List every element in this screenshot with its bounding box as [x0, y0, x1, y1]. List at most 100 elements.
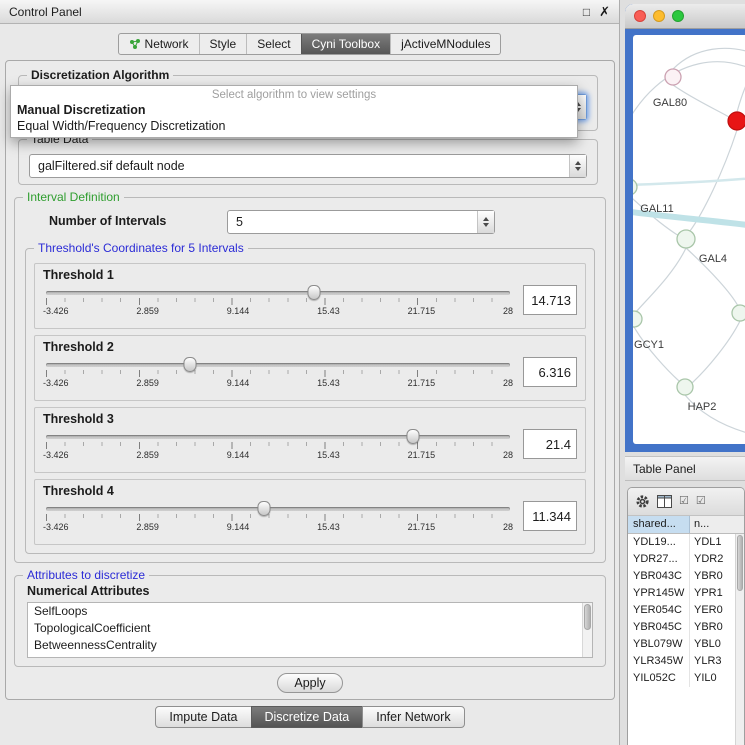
cell[interactable]: YER054C — [628, 602, 690, 619]
combobox-stepper-icon[interactable] — [569, 155, 586, 177]
table-row[interactable]: YDR27...YDR2 — [628, 551, 744, 568]
table-row[interactable]: YER054CYER0 — [628, 602, 744, 619]
tab-select[interactable]: Select — [246, 34, 300, 54]
network-edge[interactable] — [692, 321, 740, 383]
slider-thumb[interactable] — [183, 357, 196, 372]
slider-track[interactable] — [46, 363, 510, 367]
network-node-red[interactable] — [728, 112, 745, 130]
network-graph[interactable]: GAL80 GAL11 GAL4 GCY1 HAP2 — [633, 35, 745, 444]
network-node[interactable] — [677, 379, 693, 395]
table-row[interactable]: YLR345WYLR3 — [628, 653, 744, 670]
slider-track[interactable] — [46, 507, 510, 511]
slider-track[interactable] — [46, 435, 510, 439]
table-row[interactable]: YBR045CYBR0 — [628, 619, 744, 636]
list-item[interactable]: TopologicalCoefficient — [28, 620, 592, 637]
slider-track[interactable] — [46, 291, 510, 295]
node-label: HAP2 — [688, 401, 717, 413]
group-title: Threshold's Coordinates for 5 Intervals — [34, 241, 248, 255]
threshold-slider[interactable]: -3.426 2.859 9.144 15.43 21.715 28 — [43, 284, 513, 316]
slider-tick-labels: -3.426 2.859 9.144 15.43 21.715 28 — [43, 378, 513, 388]
tab-discretize-data[interactable]: Discretize Data — [251, 706, 364, 728]
tab-style[interactable]: Style — [199, 34, 247, 54]
num-intervals-combobox[interactable]: 5 — [227, 210, 495, 234]
combobox-stepper-icon[interactable] — [477, 211, 494, 233]
network-edge[interactable] — [737, 47, 745, 112]
list-item[interactable]: SelfLoops — [28, 603, 592, 620]
slider-tick-labels: -3.426 2.859 9.144 15.43 21.715 28 — [43, 450, 513, 460]
cell[interactable]: YPR145W — [628, 585, 690, 602]
network-node[interactable] — [677, 230, 695, 248]
zoom-traffic-light-icon[interactable] — [672, 10, 684, 22]
threshold-value-field[interactable]: 11.344 — [523, 501, 577, 531]
network-canvas[interactable]: GAL80 GAL11 GAL4 GCY1 HAP2 — [633, 35, 745, 444]
network-node[interactable] — [633, 311, 642, 327]
network-edge[interactable] — [633, 175, 745, 185]
tab-jactivemnodules[interactable]: jActiveMNodules — [390, 34, 500, 54]
minimize-traffic-light-icon[interactable] — [653, 10, 665, 22]
thresholds-group: Threshold's Coordinates for 5 Intervals … — [25, 248, 595, 554]
threshold-slider[interactable]: -3.426 2.859 9.144 15.43 21.715 28 — [43, 500, 513, 532]
column-header-shared-name[interactable]: shared... — [628, 516, 690, 533]
cell[interactable]: YIL052C — [628, 670, 690, 687]
dropdown-option-equal-width-frequency[interactable]: Equal Width/Frequency Discretization — [11, 118, 577, 134]
cyni-toolbox-panel: Discretization Algorithm Select algorith… — [5, 60, 615, 700]
network-edge[interactable] — [636, 248, 686, 312]
list-scrollbar[interactable] — [582, 603, 592, 657]
tab-impute-data[interactable]: Impute Data — [155, 706, 251, 728]
network-node[interactable] — [665, 69, 681, 85]
dropdown-option-manual-discretization[interactable]: Manual Discretization — [11, 102, 577, 118]
network-node[interactable] — [633, 179, 637, 195]
cell[interactable]: YBR045C — [628, 619, 690, 636]
cell[interactable]: YLR345W — [628, 653, 690, 670]
tick-label: 28 — [503, 450, 513, 460]
tick-label: 9.144 — [227, 306, 250, 316]
network-node[interactable] — [732, 305, 745, 321]
threshold-slider[interactable]: -3.426 2.859 9.144 15.43 21.715 28 — [43, 428, 513, 460]
apply-button[interactable]: Apply — [277, 673, 342, 693]
table-row[interactable]: YPR145WYPR1 — [628, 585, 744, 602]
list-item[interactable]: BetweennessCentrality — [28, 637, 592, 654]
slider-thumb[interactable] — [258, 501, 271, 516]
threshold-value-field[interactable]: 21.4 — [523, 429, 577, 459]
threshold-slider[interactable]: -3.426 2.859 9.144 15.43 21.715 28 — [43, 356, 513, 388]
table-row[interactable]: YDL19...YDL1 — [628, 534, 744, 551]
threshold-value-field[interactable]: 6.316 — [523, 357, 577, 387]
table-row[interactable]: YBL079WYBL0 — [628, 636, 744, 653]
group-title: Discretization Algorithm — [27, 68, 173, 82]
close-traffic-light-icon[interactable] — [634, 10, 646, 22]
scrollbar-thumb[interactable] — [584, 604, 591, 630]
cell[interactable]: YDL19... — [628, 534, 690, 551]
table-data-combobox[interactable]: galFiltered.sif default node — [29, 154, 587, 178]
columns-icon[interactable] — [657, 495, 672, 508]
gear-icon[interactable] — [635, 494, 650, 509]
threshold-value-field[interactable]: 14.713 — [523, 285, 577, 315]
cell[interactable]: YBL079W — [628, 636, 690, 653]
cell[interactable]: YDR27... — [628, 551, 690, 568]
node-label: GCY1 — [634, 339, 664, 351]
tab-cyni-toolbox[interactable]: Cyni Toolbox — [301, 34, 390, 54]
table-row[interactable]: YIL052CYIL0 — [628, 670, 744, 687]
checkbox-icon[interactable]: ☑ — [679, 496, 689, 507]
tab-label: Select — [257, 37, 290, 51]
column-header-name[interactable]: n... — [690, 516, 744, 533]
table-row[interactable]: YBR043CYBR0 — [628, 568, 744, 585]
table-scrollbar[interactable] — [735, 534, 744, 745]
slider-thumb[interactable] — [307, 285, 320, 300]
float-window-icon[interactable]: □ — [583, 5, 590, 19]
cell[interactable]: YBR043C — [628, 568, 690, 585]
app-root: Control Panel □ ✗ Network Style Select C… — [0, 0, 745, 745]
checkbox-icon[interactable]: ☑ — [696, 496, 706, 507]
tab-network[interactable]: Network — [119, 34, 199, 54]
tick-label: -3.426 — [43, 450, 69, 460]
numerical-attributes-list[interactable]: SelfLoops TopologicalCoefficient Between… — [27, 602, 593, 658]
network-edge[interactable] — [634, 327, 679, 381]
scrollbar-thumb[interactable] — [737, 535, 743, 591]
slider-thumb[interactable] — [406, 429, 419, 444]
control-panel-titlebar: Control Panel □ ✗ — [0, 0, 619, 24]
close-window-icon[interactable]: ✗ — [599, 4, 610, 20]
threshold-label: Threshold 3 — [43, 412, 577, 426]
tab-infer-network[interactable]: Infer Network — [362, 706, 464, 728]
slider-ticks — [46, 442, 510, 449]
network-edge[interactable] — [673, 48, 745, 69]
network-node-labels: GAL80 GAL11 GAL4 GCY1 HAP2 — [634, 97, 727, 413]
